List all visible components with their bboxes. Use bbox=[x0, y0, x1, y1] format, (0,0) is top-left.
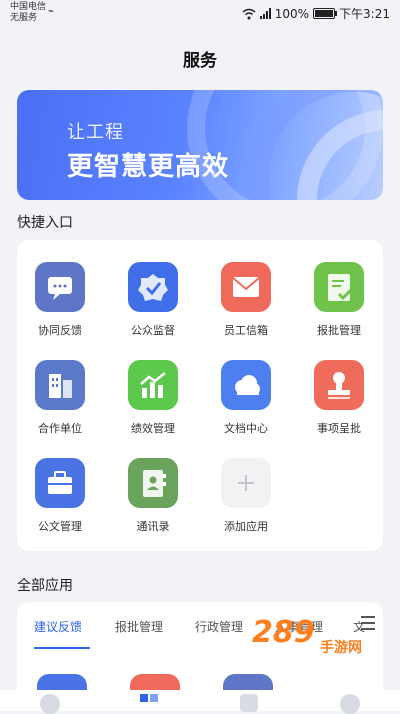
watermark-logo: 289 手游网 bbox=[252, 615, 400, 656]
nav-service-icon[interactable] bbox=[140, 694, 148, 702]
carrier-info: 中国电信 无服务 bbox=[10, 2, 46, 24]
watermark-number: 289 bbox=[252, 615, 315, 650]
nav-profile-icon[interactable] bbox=[340, 694, 360, 714]
tab-admin-management[interactable]: 行政管理 bbox=[195, 618, 243, 635]
carrier-status: 无服务 bbox=[10, 13, 38, 23]
quick-item-label: 员工信箱 bbox=[224, 324, 268, 337]
quick-item-label: 公文管理 bbox=[38, 520, 82, 533]
cloud-icon bbox=[221, 360, 271, 410]
document-check-icon bbox=[314, 262, 364, 312]
battery-icon bbox=[313, 8, 338, 19]
quick-item-performance[interactable]: 绩效管理 bbox=[113, 360, 193, 436]
briefcase-icon bbox=[35, 458, 85, 508]
tab-suggestion-feedback[interactable]: 建议反馈 bbox=[34, 618, 82, 635]
plus-icon bbox=[221, 458, 271, 508]
quick-item-contacts[interactable]: 通讯录 bbox=[113, 458, 193, 534]
wifi-icon bbox=[242, 8, 256, 19]
quick-item-staff-mailbox[interactable]: 员工信箱 bbox=[206, 262, 286, 338]
promo-banner[interactable]: 让工程 更智慧更高效 bbox=[17, 90, 383, 200]
quick-item-label: 文档中心 bbox=[224, 422, 268, 435]
quick-entry-title: 快捷入口 bbox=[17, 215, 73, 231]
quick-item-label: 绩效管理 bbox=[131, 422, 175, 435]
bottom-nav bbox=[0, 690, 400, 714]
banner-line-2: 更智慧更高效 bbox=[67, 152, 230, 182]
chart-icon bbox=[128, 360, 178, 410]
usb-icon: ⌁ bbox=[48, 6, 55, 17]
nav-message-icon[interactable] bbox=[240, 694, 258, 712]
carrier-name: 中国电信 bbox=[10, 2, 47, 12]
quick-item-label: 报批管理 bbox=[317, 324, 361, 337]
quick-item-add-app[interactable]: 添加应用 bbox=[206, 458, 286, 534]
battery-percent: 100% bbox=[274, 6, 310, 21]
quick-item-label: 公众监督 bbox=[131, 324, 175, 337]
quick-item-document-center[interactable]: 文档中心 bbox=[206, 360, 286, 436]
quick-item-official-docs[interactable]: 公文管理 bbox=[20, 458, 100, 534]
quick-item-label: 协同反馈 bbox=[38, 324, 82, 337]
quick-item-label: 添加应用 bbox=[224, 520, 268, 533]
signal-icon bbox=[259, 8, 271, 19]
quick-item-partners[interactable]: 合作单位 bbox=[20, 360, 100, 436]
clock: 下午3:21 bbox=[339, 7, 390, 21]
tab-approval-management[interactable]: 报批管理 bbox=[115, 618, 163, 635]
nav-service-icon-part bbox=[150, 694, 158, 702]
quick-item-label: 事项呈批 bbox=[317, 422, 361, 435]
contacts-book-icon bbox=[128, 458, 178, 508]
stamp-icon bbox=[314, 360, 364, 410]
chat-icon bbox=[35, 262, 85, 312]
quick-item-public-supervision[interactable]: 公众监督 bbox=[113, 262, 193, 338]
quick-item-matter-submission[interactable]: 事项呈批 bbox=[299, 360, 379, 436]
quick-item-label: 合作单位 bbox=[38, 422, 82, 435]
banner-line-1: 让工程 bbox=[67, 122, 124, 143]
quick-item-label: 通讯录 bbox=[136, 520, 170, 533]
quick-item-approval-management[interactable]: 报批管理 bbox=[299, 262, 379, 338]
watermark-text: 手游网 bbox=[320, 640, 362, 656]
active-tab-indicator bbox=[34, 647, 90, 649]
nav-home-icon[interactable] bbox=[40, 694, 60, 714]
quick-item-feedback[interactable]: 协同反馈 bbox=[20, 262, 100, 338]
page-title: 服务 bbox=[183, 51, 217, 71]
all-apps-title: 全部应用 bbox=[17, 578, 73, 594]
badge-check-icon bbox=[128, 262, 178, 312]
building-icon bbox=[35, 360, 85, 410]
status-right: 100% 下午3:21 bbox=[242, 5, 390, 22]
quick-entry-card: 协同反馈 公众监督 员工信箱 报批管理 合作单位 绩效管理 文档中心 事项呈批 … bbox=[17, 240, 383, 551]
status-bar: 中国电信 无服务 ⌁ 100% 下午3:21 bbox=[0, 0, 400, 28]
mail-icon bbox=[221, 262, 271, 312]
